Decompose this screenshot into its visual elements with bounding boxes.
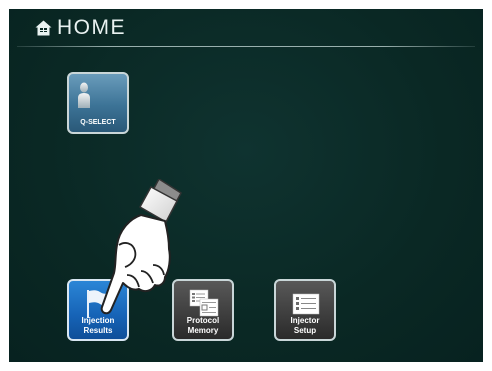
- home-icon: [35, 20, 52, 36]
- protocol-memory-button[interactable]: Protocol Memory: [172, 279, 234, 341]
- home-screen: HOME Q-SELECT Injection Results Protocol…: [9, 9, 483, 362]
- label-line-1: Protocol: [186, 316, 220, 325]
- tile-label: Q-SELECT: [80, 119, 116, 126]
- label-line-1: Injector: [290, 316, 320, 325]
- list-icon: [292, 293, 320, 315]
- tile-label: Injection Results: [69, 316, 127, 336]
- injection-results-button[interactable]: Injection Results: [67, 279, 129, 341]
- q-select-button[interactable]: Q-SELECT: [67, 72, 129, 134]
- tile-label: Injector Setup: [276, 316, 334, 336]
- label-line-2: Setup: [293, 326, 317, 335]
- person-icon: [78, 82, 90, 108]
- tile-label: Protocol Memory: [174, 316, 232, 336]
- header: HOME: [9, 9, 483, 47]
- label-line-1: Injection: [81, 316, 115, 325]
- page-title: HOME: [57, 16, 126, 39]
- label-line-2: Memory: [187, 326, 219, 335]
- label-line-2: Results: [83, 326, 113, 335]
- header-divider: [17, 46, 475, 47]
- documents-icon: [189, 289, 219, 317]
- injector-setup-button[interactable]: Injector Setup: [274, 279, 336, 341]
- flag-icon: [87, 290, 110, 318]
